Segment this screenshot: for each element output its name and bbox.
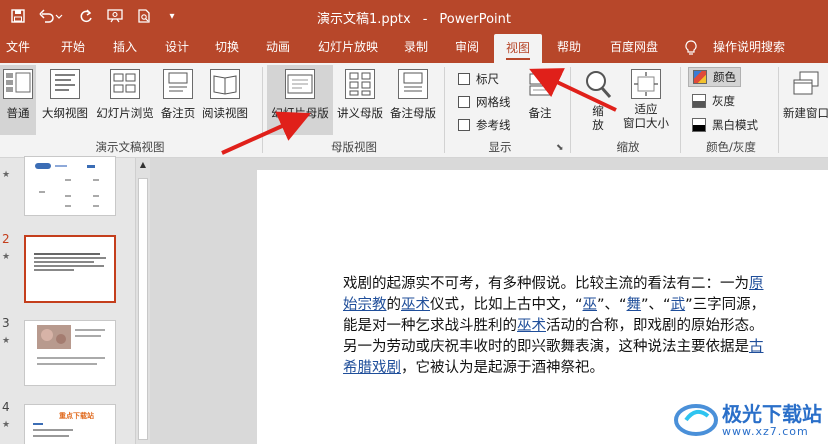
slide-master-button[interactable]: 幻灯片母版 [267, 65, 333, 135]
tab-slideshow[interactable]: 幻灯片放映 [310, 32, 386, 63]
color-button[interactable]: 颜色 [688, 67, 741, 87]
tab-transitions[interactable]: 切换 [206, 32, 248, 63]
slide-number: 3 [2, 316, 10, 330]
transition-star-icon: ★ [2, 170, 11, 180]
notes-master-icon [398, 69, 428, 99]
slide-number: 4 [2, 400, 10, 414]
tab-insert[interactable]: 插入 [104, 32, 146, 63]
group-label-presentation-views: 演示文稿视图 [95, 140, 165, 154]
slide-sorter-icon [110, 69, 140, 99]
color-swatch-icon [693, 70, 707, 84]
tab-record[interactable]: 录制 [396, 32, 436, 63]
tell-me-search[interactable]: 操作说明搜索 [704, 32, 794, 63]
notes-page-icon [163, 69, 193, 99]
new-window-button[interactable]: 新建窗口 [780, 65, 828, 135]
handout-master-button[interactable]: 讲义母版 [335, 65, 385, 135]
scroll-thumb[interactable] [138, 178, 148, 440]
notes-master-button[interactable]: 备注母版 [387, 65, 439, 135]
slide-master-icon [285, 69, 315, 99]
fit-window-icon [631, 69, 661, 99]
text-line: 戏剧的起源实不可考，有多种假说。比较主流的看法有二：一为原 [343, 276, 764, 292]
group-separator [680, 67, 681, 153]
transition-star-icon: ★ [2, 420, 11, 430]
text-line: 能是对一种乞求战斗胜利的巫术活动的合称，即戏剧的原始形态。 [343, 318, 764, 334]
black-white-swatch-icon [692, 118, 706, 132]
fit-to-window-button[interactable]: 适应 窗口大小 [618, 65, 674, 135]
tab-home[interactable]: 开始 [52, 32, 94, 63]
new-window-icon [791, 69, 821, 99]
group-separator [444, 67, 445, 153]
powerpoint-window: ▾ 演示文稿1.pptx - PowerPoint 文件 开始 插入 设计 切换 动… [0, 0, 828, 444]
grayscale-swatch-icon [692, 94, 706, 108]
notes-button[interactable]: 备注 [522, 65, 558, 135]
dialog-launcher-icon[interactable]: ⬊ [556, 143, 564, 153]
reading-view-icon [210, 69, 240, 99]
slide-sorter-button[interactable]: 幻灯片浏览 [94, 65, 156, 135]
outline-view-button[interactable]: 大纲视图 [38, 65, 92, 135]
tab-baidu-netdisk[interactable]: 百度网盘 [600, 32, 668, 63]
text-line: 始宗教的巫术仪式，比如上古中文，“巫”、“舞”、“武”三字同源， [343, 297, 766, 313]
normal-view-button[interactable]: 普通 [0, 65, 36, 135]
ribbon-view: 普通 大纲视图 幻灯片浏览 备注页 阅读视图 演示文稿视图 幻灯片母版 讲义母版… [0, 63, 828, 158]
watermark-logo-icon [674, 404, 718, 436]
slide-thumbnail-pane: ★ 2 ★ 3 ★ 4 ★ 重点下载站 [0, 156, 135, 444]
app-name: PowerPoint [439, 12, 511, 27]
reading-view-button[interactable]: 阅读视图 [200, 65, 250, 135]
scroll-up-icon[interactable]: ▲ [137, 160, 149, 174]
group-label-color: 颜色/灰度 [706, 140, 756, 154]
group-label-zoom: 缩放 [616, 140, 640, 154]
slide-thumbnail-3[interactable] [24, 320, 116, 386]
group-separator [778, 67, 779, 153]
slide-number: 2 [2, 232, 10, 246]
outline-view-icon [50, 69, 80, 99]
gridlines-checkbox[interactable]: 网格线 [458, 94, 511, 110]
slide-thumbnail-2[interactable] [24, 235, 116, 303]
slide-body-text[interactable]: 戏剧的起源实不可考，有多种假说。比较主流的看法有二：一为原 始宗教的巫术仪式，比… [343, 274, 828, 379]
zoom-button[interactable]: 缩放 [580, 65, 616, 135]
normal-view-icon [3, 69, 33, 99]
group-separator [570, 67, 571, 153]
tab-review[interactable]: 审阅 [446, 32, 488, 63]
notes-icon [525, 69, 555, 99]
tab-animations[interactable]: 动画 [256, 32, 300, 63]
transition-star-icon: ★ [2, 336, 11, 346]
group-separator [262, 67, 263, 153]
ruler-checkbox[interactable]: 标尺 [458, 71, 499, 87]
tab-view[interactable]: 视图 [494, 34, 542, 63]
lightbulb-icon [680, 32, 702, 63]
magnifier-icon [584, 69, 612, 103]
text-line: 希腊戏剧，它被认为是起源于酒神祭祀。 [343, 360, 604, 376]
transition-star-icon: ★ [2, 252, 11, 262]
thumbnail-scrollbar[interactable]: ▲ [135, 158, 150, 444]
notes-page-button[interactable]: 备注页 [158, 65, 198, 135]
group-label-show: 显示 [488, 140, 512, 154]
tab-design[interactable]: 设计 [156, 32, 198, 63]
guides-checkbox[interactable]: 参考线 [458, 117, 511, 133]
window-title: 演示文稿1.pptx - PowerPoint [317, 12, 511, 27]
ribbon-tabs: 文件 开始 插入 设计 切换 动画 幻灯片放映 录制 审阅 视图 帮助 百度网盘… [0, 32, 828, 63]
grayscale-button[interactable]: 灰度 [688, 91, 739, 111]
handout-master-icon [345, 69, 375, 99]
slide-thumbnail-4[interactable]: 重点下载站 [24, 404, 116, 444]
slide-thumbnail-1[interactable] [24, 156, 116, 216]
black-white-button[interactable]: 黑白模式 [688, 115, 762, 135]
watermark: 极光下载站 www.xz7.com [674, 402, 822, 438]
tab-help[interactable]: 帮助 [548, 32, 590, 63]
text-line: 另一为劳动或庆祝丰收时的即兴歌舞表演，这种说法主要依据是古 [343, 339, 764, 355]
title-bar: ▾ 演示文稿1.pptx - PowerPoint [0, 0, 828, 32]
tab-file[interactable]: 文件 [0, 32, 36, 63]
document-name: 演示文稿1.pptx [317, 12, 411, 27]
group-label-master-views: 母版视图 [331, 140, 377, 154]
